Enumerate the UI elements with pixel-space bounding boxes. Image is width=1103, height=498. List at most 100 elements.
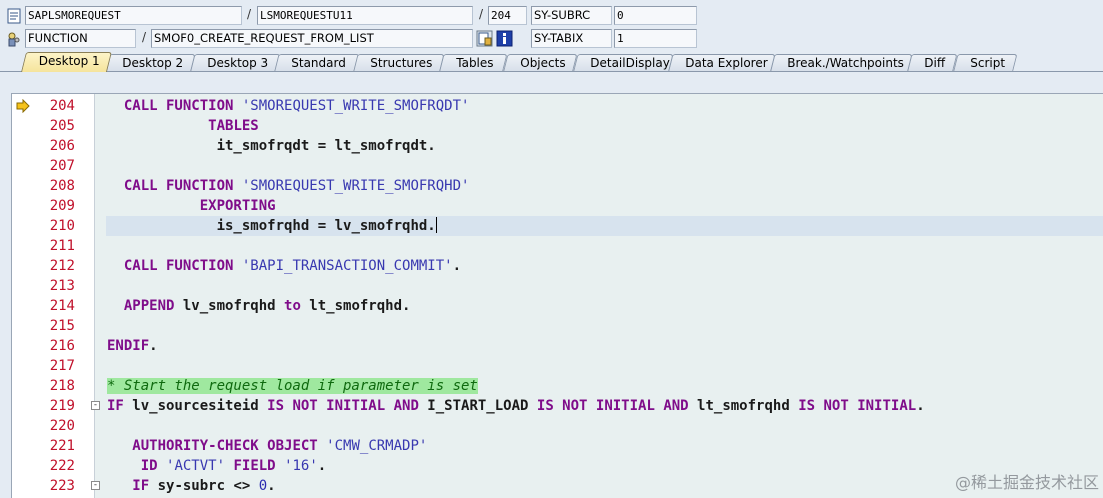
info-icon[interactable] <box>496 30 513 47</box>
current-statement-arrow-icon <box>16 99 30 113</box>
string-literal: 'SMOREQUEST_WRITE_SMOFRQDT' <box>241 98 470 114</box>
identifier: lv_sourcesiteid <box>123 398 268 414</box>
code-text: ENDIF. <box>107 336 158 356</box>
collapse-block-icon[interactable]: - <box>91 481 100 490</box>
identifier <box>318 438 326 454</box>
identifier <box>233 98 241 114</box>
sy-tabix-value[interactable]: 1 <box>614 29 697 48</box>
code-line[interactable]: 207 <box>12 156 1103 176</box>
identifier: lt_smofrqhd <box>688 398 799 414</box>
program-icon <box>7 8 21 24</box>
line-number: 214 <box>49 298 75 314</box>
collapse-block-icon[interactable]: - <box>91 401 100 410</box>
tab-break-watchpoints[interactable]: Break./Watchpoints <box>770 54 913 72</box>
identifier: lv_smofrqhd <box>174 298 285 314</box>
include-field[interactable]: LSMOREQUESTU11 <box>257 6 473 25</box>
keyword: IS NOT INITIAL <box>798 398 917 414</box>
code-line[interactable]: 213 <box>12 276 1103 296</box>
code-text: TABLES <box>107 116 259 136</box>
code-text: * Start the request load if parameter is… <box>107 376 478 396</box>
code-line[interactable]: 215 <box>12 316 1103 336</box>
tab-script[interactable]: Script <box>953 54 1018 72</box>
identifier: I_START_LOAD <box>418 398 537 414</box>
code-line[interactable]: 211 <box>12 236 1103 256</box>
watermark: @稀土掘金技术社区 <box>954 473 1099 492</box>
number-literal: 0 <box>258 478 268 494</box>
code-line[interactable]: 212 CALL FUNCTION 'BAPI_TRANSACTION_COMM… <box>12 256 1103 276</box>
tab-tables[interactable]: Tables <box>439 54 508 72</box>
line-number: 207 <box>49 158 75 174</box>
code-line[interactable]: 217 <box>12 356 1103 376</box>
line-number: 205 <box>49 118 75 134</box>
keyword: ENDIF <box>107 338 150 354</box>
keyword: to <box>284 298 301 314</box>
source-code-editor[interactable]: 204 CALL FUNCTION 'SMOREQUEST_WRITE_SMOF… <box>11 93 1103 498</box>
line-number: 211 <box>49 238 75 254</box>
code-line[interactable]: 206 it_smofrqdt = lt_smofrqdt. <box>12 136 1103 156</box>
line-number: 208 <box>49 178 75 194</box>
identifier: . <box>267 478 276 494</box>
program-field[interactable]: SAPLSMOREQUEST <box>25 6 242 25</box>
code-text: CALL FUNCTION 'SMOREQUEST_WRITE_SMOFRQHD… <box>107 176 470 196</box>
line-number: 204 <box>49 98 75 114</box>
code-line[interactable]: 219 - IF lv_sourcesiteid IS NOT INITIAL AN… <box>12 396 1103 416</box>
code-line[interactable]: 208 CALL FUNCTION 'SMOREQUEST_WRITE_SMOF… <box>12 176 1103 196</box>
code-line[interactable]: 222 ID 'ACTVT' FIELD '16'. <box>12 456 1103 476</box>
event-name-field[interactable]: SMOF0_CREATE_REQUEST_FROM_LIST <box>151 29 473 48</box>
tab-detaildisplay[interactable]: DetailDisplay <box>573 54 674 72</box>
tab-standard[interactable]: Standard <box>274 54 360 72</box>
identifier: . <box>916 398 925 414</box>
display-source-icon[interactable] <box>476 30 493 47</box>
code-text: IF lv_sourcesiteid IS NOT INITIAL AND I_… <box>107 396 925 416</box>
tab-diff[interactable]: Diff <box>907 54 958 72</box>
identifier: . <box>317 458 327 474</box>
identifier: sy-subrc <> <box>149 478 259 494</box>
keyword: APPEND <box>123 298 175 314</box>
keyword: EXPORTING <box>199 198 276 214</box>
desktop-tabstrip: Desktop 1 Desktop 2 Desktop 3 Standard S… <box>0 52 1103 72</box>
code-line[interactable]: 204 CALL FUNCTION 'SMOREQUEST_WRITE_SMOF… <box>12 96 1103 116</box>
code-text: CALL FUNCTION 'BAPI_TRANSACTION_COMMIT'. <box>107 256 461 276</box>
event-type-field[interactable]: FUNCTION <box>25 29 136 48</box>
keyword: CALL FUNCTION <box>123 178 234 194</box>
code-text: is_smofrqhd = lv_smofrqhd. <box>107 216 437 236</box>
tab-structures[interactable]: Structures <box>353 54 445 72</box>
string-literal: 'SMOREQUEST_WRITE_SMOFRQHD' <box>241 178 470 194</box>
sy-tabix-label: SY-TABIX <box>531 29 612 48</box>
line-number-field[interactable]: 204 <box>488 6 527 25</box>
code-line[interactable]: 220 <box>12 416 1103 436</box>
line-number: 213 <box>49 278 75 294</box>
line-number: 221 <box>49 438 75 454</box>
code-line[interactable]: 216 ENDIF. <box>12 336 1103 356</box>
line-number: 212 <box>49 258 75 274</box>
identifier: it_smofrqdt = lt_smofrqdt. <box>216 138 436 154</box>
code-line[interactable]: 205 TABLES <box>12 116 1103 136</box>
separator: / <box>142 30 147 44</box>
tab-objects[interactable]: Objects <box>503 54 578 72</box>
tab-desktop-1[interactable]: Desktop 1 <box>21 52 112 72</box>
separator: / <box>479 7 484 21</box>
code-line[interactable]: 221 AUTHORITY-CHECK OBJECT 'CMW_CRMADP' <box>12 436 1103 456</box>
separator: / <box>247 7 252 21</box>
sy-subrc-value[interactable]: 0 <box>614 6 697 25</box>
line-number: 215 <box>49 318 75 334</box>
code-line[interactable]: 223 - IF sy-subrc <> 0. <box>12 476 1103 496</box>
tab-desktop-2[interactable]: Desktop 2 <box>105 54 196 72</box>
identifier: lt_smofrqhd. <box>300 298 411 314</box>
code-text: ID 'ACTVT' FIELD '16'. <box>107 456 327 476</box>
code-line[interactable]: 218 * Start the request load if parameter… <box>12 376 1103 396</box>
string-literal: 'CMW_CRMADP' <box>326 438 428 454</box>
text-cursor <box>435 217 437 233</box>
tab-data-explorer[interactable]: Data Explorer <box>668 54 776 72</box>
code-line[interactable]: 210 is_smofrqhd = lv_smofrqhd. <box>12 216 1103 236</box>
keyword: CALL FUNCTION <box>123 258 234 274</box>
keyword: AUTHORITY-CHECK OBJECT <box>132 438 318 454</box>
keyword: ID <box>140 458 158 474</box>
tab-desktop-3[interactable]: Desktop 3 <box>190 54 281 72</box>
keyword: TABLES <box>208 118 259 134</box>
code-line[interactable]: 214 APPEND lv_smofrqhd to lt_smofrqhd. <box>12 296 1103 316</box>
string-literal: '16' <box>284 458 318 474</box>
line-number: 217 <box>49 358 75 374</box>
code-line[interactable]: 209 EXPORTING <box>12 196 1103 216</box>
keyword: FIELD <box>233 458 276 474</box>
